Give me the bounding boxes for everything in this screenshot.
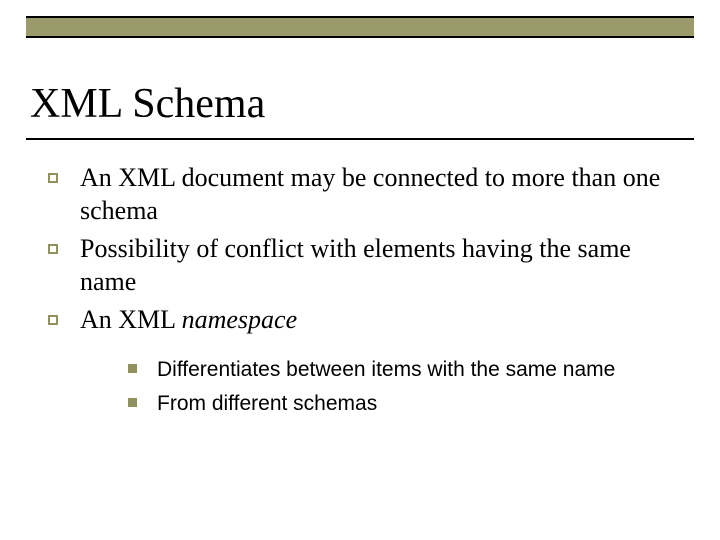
sub-bullet-text: From different schemas	[157, 389, 680, 419]
sub-bullet-item: From different schemas	[128, 389, 680, 419]
square-outline-icon	[48, 244, 58, 254]
square-filled-icon	[128, 398, 137, 407]
square-outline-icon	[48, 315, 58, 325]
sub-bullet-list: Differentiates between items with the sa…	[128, 355, 680, 420]
title-underline	[26, 138, 694, 140]
bullet-item: Possibility of conflict with elements ha…	[48, 233, 680, 298]
slide-body: An XML document may be connected to more…	[48, 162, 680, 423]
bullet-text-prefix: An XML	[80, 305, 182, 334]
bullet-item: An XML namespace	[48, 304, 680, 337]
bullet-text-italic: namespace	[182, 305, 298, 334]
bullet-text: An XML document may be connected to more…	[80, 162, 680, 227]
bullet-item: An XML document may be connected to more…	[48, 162, 680, 227]
bullet-text: An XML namespace	[80, 304, 680, 337]
slide: XML Schema An XML document may be connec…	[0, 0, 720, 540]
square-outline-icon	[48, 173, 58, 183]
slide-title: XML Schema	[30, 80, 265, 128]
sub-bullet-item: Differentiates between items with the sa…	[128, 355, 680, 385]
bullet-text: Possibility of conflict with elements ha…	[80, 233, 680, 298]
sub-bullet-text: Differentiates between items with the sa…	[157, 355, 680, 385]
decorative-top-bar	[26, 16, 694, 38]
square-filled-icon	[128, 364, 137, 373]
